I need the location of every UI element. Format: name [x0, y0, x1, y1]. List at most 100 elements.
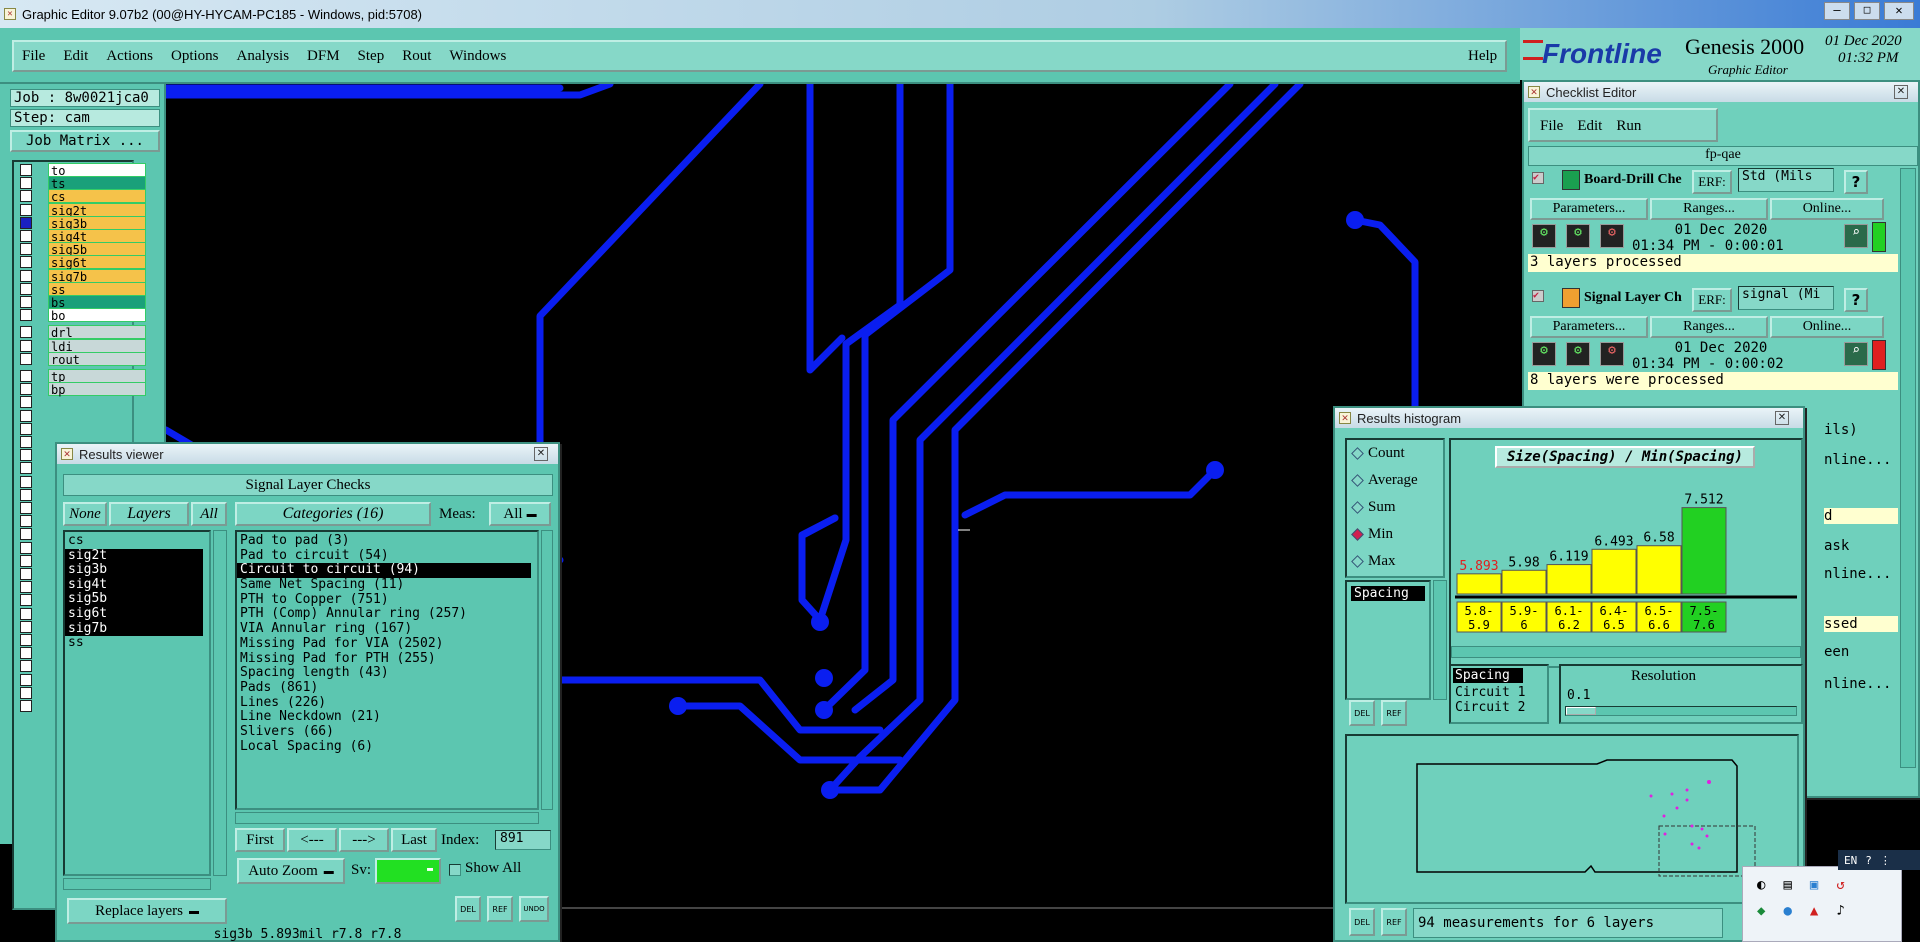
layer-checkbox[interactable]: [20, 282, 32, 295]
layer-checkbox[interactable]: [20, 230, 32, 242]
del-button[interactable]: DEL: [455, 896, 481, 922]
parameters-button[interactable]: Parameters...: [1530, 316, 1648, 338]
layer-checkbox[interactable]: [20, 515, 32, 528]
layer-item[interactable]: ss: [48, 281, 146, 297]
layer-checkbox[interactable]: [20, 296, 32, 308]
checklist-scrollbar[interactable]: [1900, 168, 1916, 768]
menu-analysis[interactable]: Analysis: [237, 48, 290, 65]
next-button[interactable]: --->: [339, 828, 389, 852]
minimize-button[interactable]: –: [1824, 2, 1850, 20]
menu-help[interactable]: Help: [1468, 48, 1497, 65]
first-button[interactable]: First: [235, 828, 285, 852]
erf-value[interactable]: Std (Mils: [1738, 168, 1834, 192]
tray-app-icon[interactable]: ▤: [1783, 877, 1791, 893]
layer-item[interactable]: sig6t: [48, 255, 146, 270]
help-icon-button[interactable]: ?: [1844, 170, 1868, 194]
zoom-results-icon[interactable]: ⌕: [1844, 224, 1868, 248]
run-icon[interactable]: ⚙: [1600, 342, 1624, 366]
aggregate-option[interactable]: Average: [1347, 467, 1443, 494]
layer-item[interactable]: sig4t: [48, 229, 146, 244]
layer-checkbox[interactable]: [20, 396, 32, 409]
none-button[interactable]: None: [63, 502, 107, 526]
layer-item[interactable]: ldi: [48, 338, 146, 354]
chart-hscroll[interactable]: [1451, 646, 1801, 658]
layer-item[interactable]: rout: [48, 351, 146, 367]
result-layer-item[interactable]: sig4t: [65, 577, 203, 593]
ranges-button[interactable]: Ranges...: [1650, 316, 1768, 338]
menu-rout[interactable]: Rout: [402, 48, 431, 65]
layer-checkbox[interactable]: [20, 216, 32, 229]
category-item[interactable]: Circuit to circuit (94): [237, 563, 531, 579]
layer-checkbox[interactable]: [20, 475, 32, 488]
show-all-checkbox[interactable]: [449, 864, 461, 876]
menu-file[interactable]: File: [22, 48, 45, 65]
checklist-menu-file[interactable]: File: [1540, 118, 1563, 134]
layer-checkbox[interactable]: [20, 177, 32, 190]
menu-options[interactable]: Options: [171, 48, 219, 65]
close-icon[interactable]: ✕: [1894, 85, 1908, 99]
menu-actions[interactable]: Actions: [106, 48, 153, 65]
layer-item[interactable]: sig3b: [48, 215, 146, 231]
replace-layers-select[interactable]: Replace layers ▬: [67, 898, 227, 924]
close-window-button[interactable]: ✕: [1884, 2, 1914, 20]
tray-menu-icon[interactable]: ⋮: [1880, 854, 1891, 867]
layer-checkbox[interactable]: [20, 339, 32, 352]
sv-color-select[interactable]: ▬: [375, 858, 441, 884]
layers-button[interactable]: Layers: [109, 502, 189, 526]
aggregate-option[interactable]: Count: [1347, 440, 1443, 467]
layer-checkbox[interactable]: [20, 203, 32, 216]
layer-checkbox[interactable]: [20, 243, 32, 256]
tray-app-icon[interactable]: ●: [1783, 903, 1791, 919]
layer-checkbox[interactable]: [20, 422, 32, 435]
online-button[interactable]: Online...: [1770, 316, 1884, 338]
category-item[interactable]: PTH to Copper (751): [237, 592, 537, 608]
layer-item[interactable]: bs: [48, 295, 146, 310]
layer-checkbox[interactable]: [20, 620, 32, 633]
category-item[interactable]: Spacing length (43): [237, 665, 537, 681]
ref-button[interactable]: REF: [1381, 908, 1407, 936]
menu-edit[interactable]: Edit: [63, 48, 88, 65]
check-enable-checkbox[interactable]: ✔: [1532, 290, 1544, 302]
close-icon[interactable]: ✕: [1528, 86, 1540, 98]
close-icon[interactable]: ✕: [1339, 412, 1351, 424]
category-item[interactable]: Pad to circuit (54): [237, 548, 537, 564]
result-layer-item[interactable]: sig7b: [65, 621, 203, 637]
layer-item[interactable]: cs: [48, 189, 146, 204]
category-item[interactable]: Missing Pad for PTH (255): [237, 651, 537, 667]
layer-checkbox[interactable]: [20, 502, 32, 514]
layer-checkbox[interactable]: [20, 634, 32, 646]
last-button[interactable]: Last: [391, 828, 437, 852]
layer-checkbox[interactable]: [20, 256, 32, 269]
category-item[interactable]: Same Net Spacing (11): [237, 577, 537, 593]
checklist-menu-run[interactable]: Run: [1616, 118, 1641, 134]
aggregate-option[interactable]: Max: [1347, 548, 1443, 575]
run-icon[interactable]: ⚙: [1532, 224, 1556, 248]
layer-checkbox[interactable]: [20, 352, 32, 365]
language-indicator[interactable]: EN: [1844, 854, 1857, 867]
category-item[interactable]: Missing Pad for VIA (2502): [237, 636, 537, 652]
layer-checkbox[interactable]: [20, 673, 32, 686]
prev-button[interactable]: <---: [287, 828, 337, 852]
layer-checkbox[interactable]: [20, 190, 32, 203]
layer-checkbox[interactable]: [20, 370, 32, 382]
layer-checkbox[interactable]: [20, 647, 32, 660]
run-icon[interactable]: ⚙: [1600, 224, 1624, 248]
tray-app-icon[interactable]: ◐: [1757, 877, 1765, 893]
measure-item[interactable]: Spacing: [1351, 586, 1425, 601]
resolution-slider[interactable]: [1565, 706, 1797, 716]
category-item[interactable]: Pads (861): [237, 680, 537, 696]
layer-item[interactable]: sig7b: [48, 268, 146, 284]
category-item[interactable]: PTH (Comp) Annular ring (257): [237, 607, 537, 622]
layer-item[interactable]: sig2t: [48, 202, 146, 218]
layer-checkbox[interactable]: [20, 164, 32, 176]
layer-item[interactable]: to: [48, 163, 146, 178]
erf-button[interactable]: ERF:: [1692, 288, 1732, 312]
ref-button[interactable]: REF: [487, 896, 513, 922]
volume-icon[interactable]: ♪: [1836, 903, 1844, 919]
layer-checkbox[interactable]: [20, 449, 32, 462]
menu-step[interactable]: Step: [358, 48, 385, 65]
meas-select[interactable]: All ▬: [489, 502, 551, 526]
layer-item[interactable]: sig5b: [48, 242, 146, 257]
erf-button[interactable]: ERF:: [1692, 170, 1732, 194]
layer-checkbox[interactable]: [20, 594, 32, 607]
